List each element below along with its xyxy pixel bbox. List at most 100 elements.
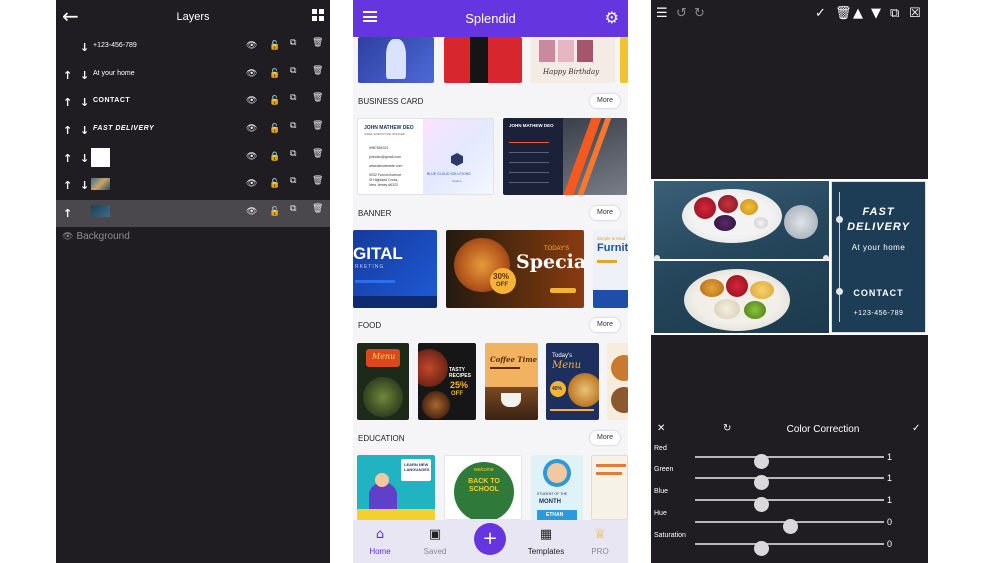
background-layer[interactable]: 👁 Background (62, 231, 133, 242)
template-card[interactable]: Today's Menu 40% (546, 343, 599, 420)
move-up-icon[interactable]: ↑ (63, 207, 72, 220)
copy-icon[interactable]: ⧉ (290, 121, 296, 131)
unlock-icon[interactable]: 🔓 (269, 69, 280, 79)
trash-icon[interactable]: 🗑 (312, 38, 323, 48)
trash-icon[interactable]: 🗑 (312, 121, 323, 131)
template-card[interactable]: Menu (357, 343, 409, 420)
slider-thumb[interactable] (754, 541, 770, 556)
nav-saved[interactable]: ▣ Saved (410, 527, 460, 556)
move-down-icon[interactable]: ↓ (80, 124, 89, 137)
slider-blue[interactable]: Blue 1 (651, 488, 928, 514)
plus-icon[interactable]: + (474, 523, 506, 555)
grid-icon[interactable] (312, 9, 324, 21)
hamburger-menu-icon[interactable] (363, 11, 377, 22)
slider-thumb[interactable] (754, 454, 770, 469)
contact-text[interactable]: CONTACT (832, 288, 925, 298)
copy-icon[interactable]: ⧉ (290, 93, 296, 103)
move-up-icon[interactable]: ↑ (63, 96, 72, 109)
slider-thumb[interactable] (754, 475, 770, 490)
gear-icon[interactable]: ⚙ (605, 8, 619, 27)
slider-track[interactable] (695, 541, 884, 556)
trash-icon[interactable]: 🗑 (835, 6, 852, 21)
template-card[interactable]: LEARN NEW LANGUAGES (357, 455, 435, 520)
unlock-icon[interactable]: 🔓 (269, 124, 280, 134)
slider-track[interactable] (695, 475, 884, 490)
slider-thumb[interactable] (782, 519, 798, 534)
headline-delivery[interactable]: DELIVERY (832, 221, 925, 233)
unlock-icon[interactable]: 🔓 (269, 179, 280, 189)
design-canvas[interactable]: FAST DELIVERY At your home CONTACT +123-… (651, 179, 928, 335)
template-card[interactable]: STUDENT OF THE MONTH ETHAN (531, 455, 583, 520)
copy-icon[interactable]: ⧉ (290, 204, 296, 214)
check-icon[interactable]: ✓ (815, 6, 826, 21)
more-button[interactable]: More (590, 431, 620, 445)
trash-icon[interactable]: 🗑 (312, 204, 323, 214)
eye-icon[interactable]: 👁 (62, 232, 73, 242)
slider-hue[interactable]: Hue 0 (651, 510, 928, 536)
slider-thumb[interactable] (754, 497, 770, 512)
text-panel[interactable]: FAST DELIVERY At your home CONTACT +123-… (831, 181, 926, 333)
layer-row[interactable]: ↑ ↓ CONTACT 👁 🔓 ⧉ 🗑 (56, 89, 330, 116)
template-card[interactable]: JOHN MATHEW DEO (503, 118, 627, 195)
template-card[interactable] (607, 343, 628, 420)
template-card[interactable] (358, 37, 434, 83)
layer-down-icon[interactable]: ▼ (871, 6, 881, 21)
arrow-left-icon[interactable]: ← (62, 6, 79, 26)
more-button[interactable]: More (590, 206, 620, 220)
trash-icon[interactable]: 🗑 (312, 149, 323, 159)
layer-up-icon[interactable]: ▲ (853, 6, 863, 21)
check-icon[interactable]: ✓ (912, 423, 920, 434)
template-card[interactable] (444, 37, 522, 83)
layers-icon[interactable]: ☰ (656, 6, 668, 21)
layer-row[interactable]: ↑ ↓ FAST DELIVERY 👁 🔓 ⧉ 🗑 (56, 117, 330, 144)
subline-text[interactable]: At your home (832, 243, 925, 252)
layer-row[interactable]: ↑ ↓ 👁 🔓 ⧉ 🗑 (56, 172, 330, 199)
move-up-icon[interactable]: ↑ (63, 152, 72, 165)
move-up-icon[interactable]: ↑ (63, 124, 72, 137)
template-card[interactable]: Simple & Mod Furnit (593, 230, 628, 308)
layer-row[interactable]: ↑ ↓ At your home 👁 🔓 ⧉ 🗑 (56, 62, 330, 89)
copy-icon[interactable]: ⧉ (290, 149, 296, 159)
copy-icon[interactable]: ⧉ (290, 66, 296, 76)
layer-row-selected[interactable]: ↑ 👁 🔓 ⧉ 🗑 (56, 200, 330, 227)
slider-track[interactable] (695, 497, 884, 512)
duplicate-icon[interactable]: ⧉ (890, 6, 899, 21)
eye-icon[interactable]: 👁 (246, 96, 257, 106)
unlock-icon[interactable]: 🔓 (269, 96, 280, 106)
eye-icon[interactable]: 👁 (246, 41, 257, 51)
template-card[interactable] (591, 455, 628, 520)
redo-icon[interactable]: ↻ (694, 6, 705, 21)
headline-fast[interactable]: FAST (832, 206, 925, 218)
template-card[interactable]: Happy Birthday (531, 37, 615, 83)
copy-icon[interactable]: ⧉ (290, 38, 296, 48)
move-up-icon[interactable]: ↑ (63, 179, 72, 192)
move-up-icon[interactable]: ↑ (63, 69, 72, 82)
lock-icon[interactable]: 🔒 (269, 152, 280, 162)
eye-icon[interactable]: 👁 (246, 152, 257, 162)
move-down-icon[interactable]: ↓ (80, 41, 89, 54)
unlock-icon[interactable]: 🔓 (269, 207, 280, 217)
slider-green[interactable]: Green 1 (651, 466, 928, 492)
template-card[interactable]: JOHN MATHEW DEO CHIEF EXECUTIVE OFFICER … (357, 118, 494, 195)
eye-icon[interactable]: 👁 (246, 124, 257, 134)
move-down-icon[interactable]: ↓ (80, 96, 89, 109)
trash-icon[interactable]: 🗑 (312, 66, 323, 76)
undo-icon[interactable]: ↺ (676, 6, 687, 21)
slider-track[interactable] (695, 454, 884, 469)
food-photo[interactable] (654, 181, 829, 333)
template-card[interactable]: Coffee Time (485, 343, 538, 420)
trash-icon[interactable]: 🗑 (312, 176, 323, 186)
move-down-icon[interactable]: ↓ (80, 179, 89, 192)
move-down-icon[interactable]: ↓ (80, 69, 89, 82)
eye-icon[interactable]: 👁 (246, 207, 257, 217)
slider-track[interactable] (695, 519, 884, 534)
more-button[interactable]: More (590, 318, 620, 332)
slider-saturation[interactable]: Saturation 0 (651, 532, 928, 558)
template-card[interactable]: TASTY RECIPES 25% OFF (418, 343, 476, 420)
unlock-icon[interactable]: 🔓 (269, 41, 280, 51)
eye-icon[interactable]: 👁 (246, 69, 257, 79)
trash-icon[interactable]: 🗑 (312, 93, 323, 103)
template-card[interactable] (620, 37, 628, 83)
template-card[interactable]: GITAL RKETING (353, 230, 437, 308)
nav-pro[interactable]: ♕ PRO (575, 527, 625, 556)
